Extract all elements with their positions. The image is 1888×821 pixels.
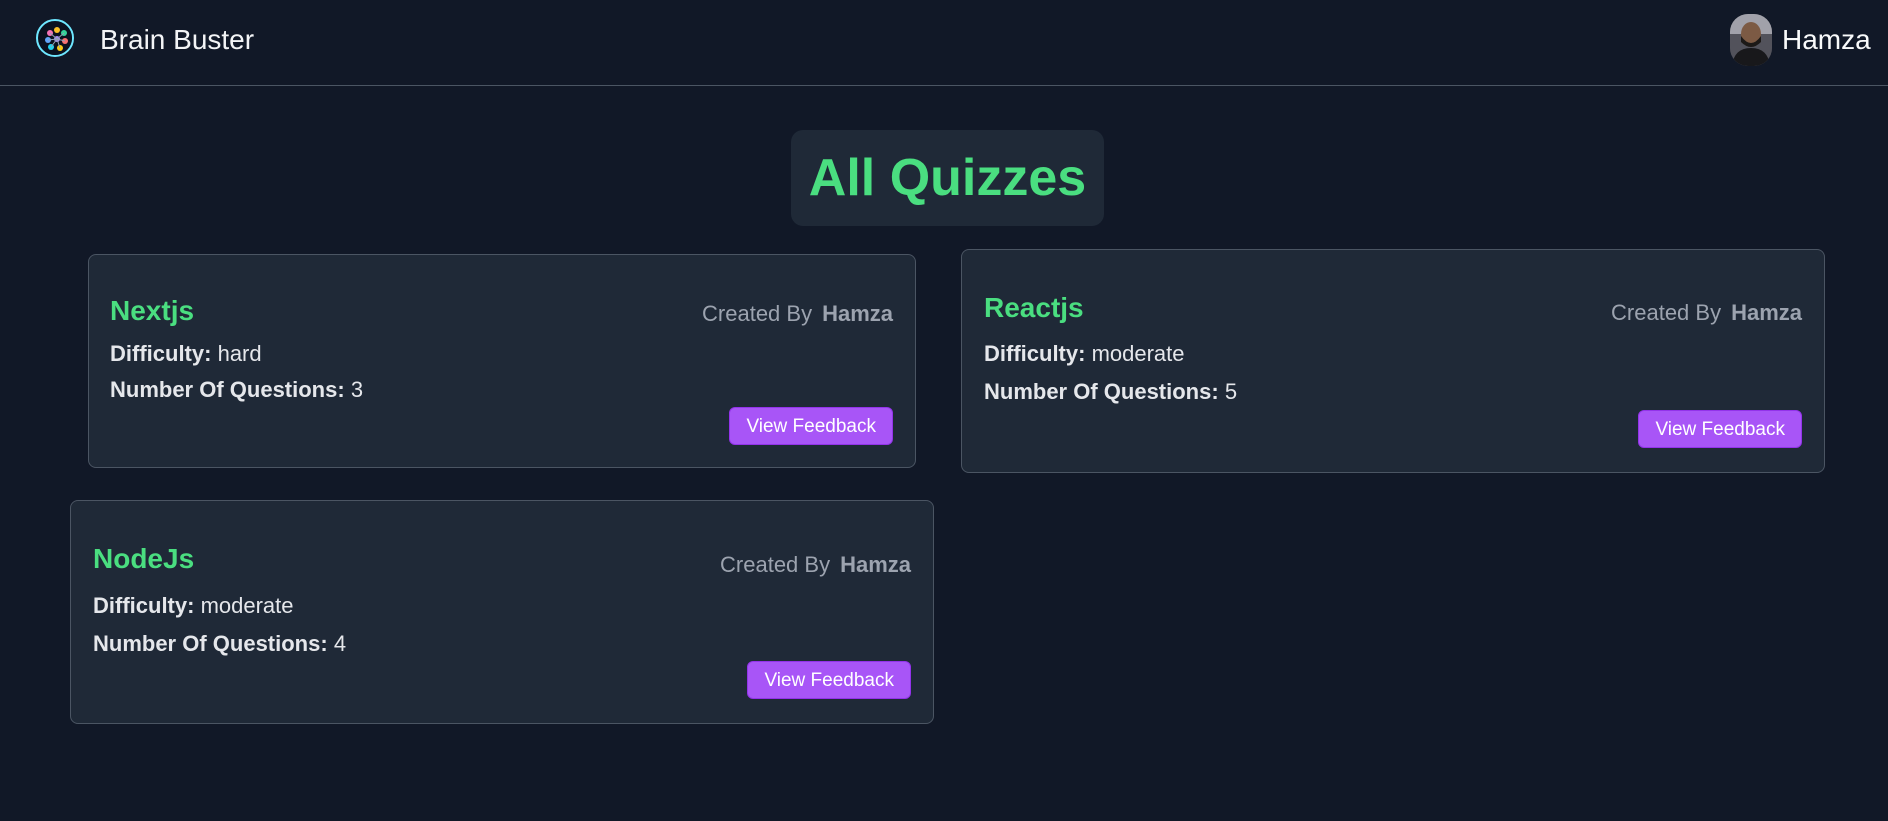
created-by: Created By Hamza bbox=[720, 552, 911, 578]
quiz-card: NodeJs Created By Hamza Difficulty: moder… bbox=[70, 500, 934, 724]
created-by: Created By Hamza bbox=[702, 301, 893, 327]
quiz-question-count: Number Of Questions: 4 bbox=[93, 631, 346, 657]
brand-name[interactable]: Brain Buster bbox=[100, 24, 254, 56]
quiz-card: Reactjs Created By Hamza Difficulty: mode… bbox=[961, 249, 1825, 473]
user-avatar[interactable] bbox=[1730, 14, 1772, 66]
quiz-title: Reactjs bbox=[984, 292, 1084, 323]
difficulty-value: moderate bbox=[1091, 341, 1185, 366]
quiz-difficulty: Difficulty: hard bbox=[110, 341, 262, 367]
questions-label: Number Of Questions: bbox=[110, 377, 345, 402]
quiz-author: Hamza bbox=[1731, 300, 1802, 325]
quiz-author: Hamza bbox=[822, 301, 893, 326]
questions-value: 4 bbox=[333, 631, 347, 656]
difficulty-label: Difficulty: bbox=[110, 341, 212, 366]
created-by-label: Created By bbox=[1611, 300, 1722, 325]
difficulty-label: Difficulty: bbox=[93, 593, 195, 618]
questions-label: Number Of Questions: bbox=[984, 379, 1219, 404]
quiz-author: Hamza bbox=[840, 552, 911, 577]
quiz-title: Nextjs bbox=[110, 295, 195, 326]
questions-label: Number Of Questions: bbox=[93, 631, 328, 656]
page-title-box: All Quizzes bbox=[791, 130, 1104, 226]
view-feedback-button[interactable]: View Feedback bbox=[747, 661, 911, 699]
username[interactable]: Hamza bbox=[1782, 24, 1871, 56]
quiz-title: NodeJs bbox=[93, 543, 195, 574]
view-feedback-button[interactable]: View Feedback bbox=[729, 407, 893, 445]
quiz-question-count: Number Of Questions: 3 bbox=[110, 377, 363, 403]
questions-value: 5 bbox=[1224, 379, 1238, 404]
page-title: All Quizzes bbox=[808, 149, 1087, 207]
created-by: Created By Hamza bbox=[1611, 300, 1802, 326]
quiz-card: Nextjs Created By Hamza Difficulty: hard … bbox=[88, 254, 916, 468]
difficulty-value: hard bbox=[217, 341, 262, 366]
navbar: Brain Buster Hamza bbox=[0, 0, 1888, 86]
created-by-label: Created By bbox=[720, 552, 831, 577]
difficulty-value: moderate bbox=[200, 593, 294, 618]
quiz-difficulty: Difficulty: moderate bbox=[93, 593, 294, 619]
view-feedback-button[interactable]: View Feedback bbox=[1638, 410, 1802, 448]
quiz-difficulty: Difficulty: moderate bbox=[984, 341, 1185, 367]
quiz-question-count: Number Of Questions: 5 bbox=[984, 379, 1237, 405]
brain-icon[interactable] bbox=[36, 19, 74, 57]
created-by-label: Created By bbox=[702, 301, 813, 326]
questions-value: 3 bbox=[350, 377, 364, 402]
difficulty-label: Difficulty: bbox=[984, 341, 1086, 366]
